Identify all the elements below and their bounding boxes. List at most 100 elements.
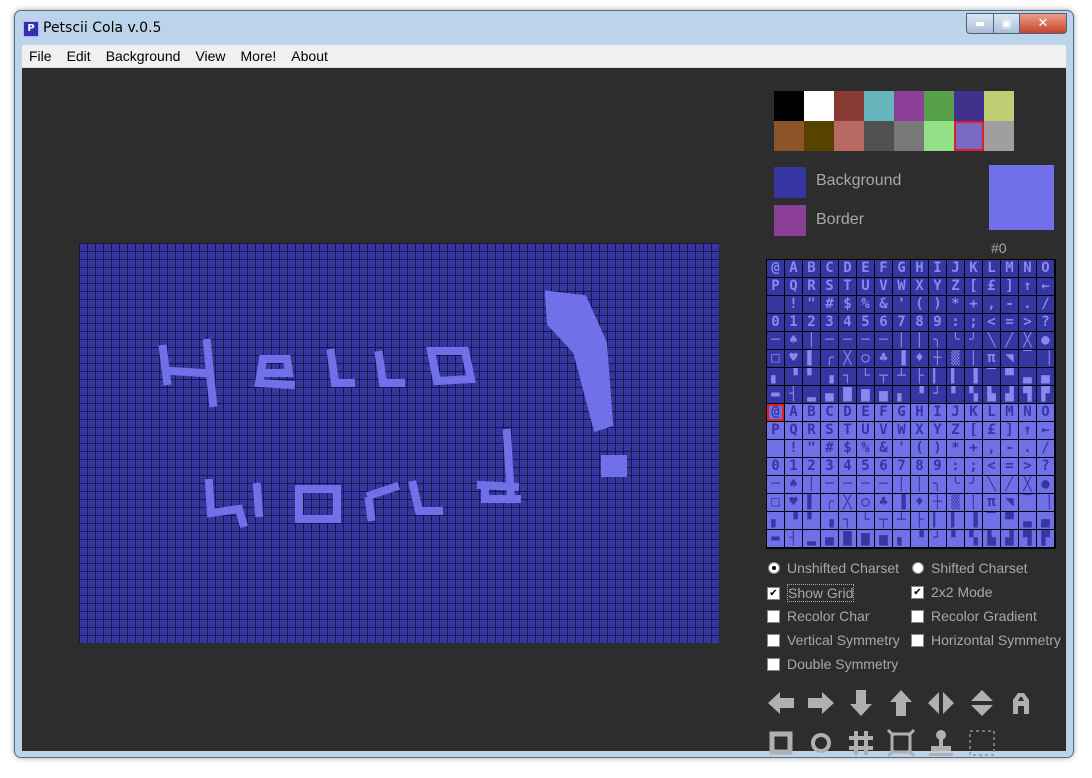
charset-cell[interactable]: ▌ bbox=[803, 494, 820, 511]
charset-cell[interactable]: ▖ bbox=[767, 368, 784, 385]
charset-cell[interactable]: < bbox=[983, 458, 1000, 475]
charset-cell[interactable]: : bbox=[947, 458, 964, 475]
charset-cell[interactable]: ▇ bbox=[839, 530, 856, 547]
charset-cell[interactable]: 8 bbox=[911, 314, 928, 331]
charset-cell[interactable]: @ bbox=[767, 260, 784, 277]
charset-cell[interactable]: ▒ bbox=[947, 494, 964, 511]
background-color-swatch[interactable] bbox=[774, 167, 806, 198]
menu-file[interactable]: File bbox=[22, 45, 60, 67]
charset-cell[interactable]: 6 bbox=[875, 458, 892, 475]
charset-cell[interactable]: 7 bbox=[893, 458, 910, 475]
charset-cell[interactable]: ▂ bbox=[803, 386, 820, 403]
charset-cell[interactable]: ├ bbox=[911, 512, 928, 529]
charset-cell[interactable]: ╭ bbox=[821, 350, 838, 367]
charset-cell[interactable]: I bbox=[929, 404, 946, 421]
charset-cell[interactable]: ' bbox=[893, 296, 910, 313]
charset-cell[interactable]: ╯ bbox=[965, 476, 982, 493]
charset-cell[interactable]: □ bbox=[767, 494, 784, 511]
charset-cell[interactable]: # bbox=[821, 440, 838, 457]
charset-cell[interactable]: ♦ bbox=[911, 494, 928, 511]
charset-cell[interactable]: ▝ bbox=[911, 530, 928, 547]
charset-cell[interactable]: ▄ bbox=[821, 530, 838, 547]
charset-cell[interactable]: R bbox=[803, 422, 820, 439]
charset-cell[interactable]: ▍ bbox=[947, 368, 964, 385]
charset-cell[interactable]: A bbox=[785, 260, 802, 277]
charset-cell[interactable]: ; bbox=[965, 314, 982, 331]
charset-cell[interactable]: I bbox=[929, 260, 946, 277]
charset-cell[interactable]: L bbox=[983, 404, 1000, 421]
charset-cell[interactable]: ▌ bbox=[803, 350, 820, 367]
charset-cell[interactable]: ▘ bbox=[803, 368, 820, 385]
palette-swatch[interactable] bbox=[834, 91, 864, 121]
horizontal-symmetry-checkbox[interactable] bbox=[911, 633, 924, 647]
charset-cell[interactable]: Z bbox=[947, 278, 964, 295]
charset-cell[interactable]: F bbox=[875, 260, 892, 277]
charset-cell[interactable]: ♣ bbox=[875, 350, 892, 367]
charset-cell[interactable]: ♠ bbox=[785, 476, 802, 493]
close-button[interactable]: ✕ bbox=[1020, 13, 1067, 34]
shifted-charset-option[interactable]: Shifted Charset bbox=[912, 560, 1028, 576]
charset-cell[interactable]: ▚ bbox=[965, 530, 982, 547]
charset-cell[interactable]: ▔ bbox=[983, 512, 1000, 529]
charset-cell[interactable] bbox=[767, 296, 784, 313]
charset-cell[interactable]: ▕ bbox=[1037, 494, 1054, 511]
charset-cell[interactable]: X bbox=[911, 422, 928, 439]
menu-view[interactable]: View bbox=[188, 45, 233, 67]
charset-cell[interactable]: ● bbox=[1037, 476, 1054, 493]
charset-cell[interactable]: J bbox=[947, 260, 964, 277]
charset-cell[interactable]: " bbox=[803, 440, 820, 457]
charset-cell[interactable]: ? bbox=[1037, 314, 1054, 331]
charset-cell[interactable]: │ bbox=[893, 476, 910, 493]
charset-cell[interactable]: ↑ bbox=[1019, 278, 1036, 295]
charset-cell[interactable]: ( bbox=[911, 296, 928, 313]
charset-cell[interactable]: └ bbox=[857, 512, 874, 529]
charset-cell[interactable]: D bbox=[839, 404, 856, 421]
charset-cell[interactable]: │ bbox=[965, 350, 982, 367]
charset-cell[interactable]: / bbox=[1037, 296, 1054, 313]
unshifted-charset-option[interactable]: Unshifted Charset bbox=[768, 560, 899, 576]
charset-cell[interactable]: ▐ bbox=[893, 494, 910, 511]
charset-cell[interactable]: , bbox=[983, 440, 1000, 457]
charset-cell[interactable]: ╳ bbox=[839, 494, 856, 511]
charset-cell[interactable]: ┴ bbox=[893, 512, 910, 529]
charset-cell[interactable]: ┤ bbox=[785, 386, 802, 403]
charset-cell[interactable]: ─ bbox=[857, 476, 874, 493]
charset-cell[interactable]: π bbox=[983, 350, 1000, 367]
charset-cell[interactable]: ▄ bbox=[1037, 512, 1054, 529]
charset-cell[interactable]: ─ bbox=[821, 332, 838, 349]
charset-cell[interactable]: ▔ bbox=[1019, 494, 1036, 511]
charset-cell[interactable]: Y bbox=[929, 278, 946, 295]
maximize-button[interactable]: ▣ bbox=[994, 13, 1020, 34]
arrow-up-icon[interactable] bbox=[885, 687, 917, 719]
charset-cell[interactable]: C bbox=[821, 404, 838, 421]
charset-cell[interactable]: ┘ bbox=[929, 530, 946, 547]
charset-cell[interactable]: = bbox=[1001, 314, 1018, 331]
circle-icon[interactable] bbox=[805, 727, 837, 759]
charset-cell[interactable]: W bbox=[893, 422, 910, 439]
charset-cell[interactable]: 6 bbox=[875, 314, 892, 331]
charset-cell[interactable]: ┐ bbox=[839, 368, 856, 385]
charset-cell[interactable]: ♦ bbox=[911, 350, 928, 367]
double-symmetry-checkbox[interactable] bbox=[767, 657, 780, 671]
rectangle-icon[interactable] bbox=[765, 727, 797, 759]
charset-cell[interactable]: % bbox=[857, 440, 874, 457]
charset-cell[interactable]: P bbox=[767, 422, 784, 439]
charset-cell[interactable]: ─ bbox=[857, 332, 874, 349]
charset-cell[interactable] bbox=[767, 440, 784, 457]
charset-cell[interactable]: ▆ bbox=[857, 530, 874, 547]
charset-cell[interactable]: T bbox=[839, 278, 856, 295]
charset-cell[interactable]: ▘ bbox=[947, 386, 964, 403]
charset-cell[interactable]: 4 bbox=[839, 458, 856, 475]
charset-cell[interactable]: ♥ bbox=[785, 494, 802, 511]
charset-cell[interactable]: ] bbox=[1001, 278, 1018, 295]
charset-cell[interactable]: ╱ bbox=[1001, 332, 1018, 349]
charset-cell[interactable]: ▎ bbox=[929, 512, 946, 529]
charset-cell[interactable]: [ bbox=[965, 278, 982, 295]
charset-cell[interactable]: π bbox=[983, 494, 1000, 511]
charset-cell[interactable]: % bbox=[857, 296, 874, 313]
charset-cell[interactable]: ▘ bbox=[947, 530, 964, 547]
charset-cell[interactable]: O bbox=[1037, 404, 1054, 421]
charset-cell[interactable]: ╱ bbox=[1001, 476, 1018, 493]
charset-cell[interactable]: □ bbox=[767, 350, 784, 367]
palette-swatch[interactable] bbox=[924, 91, 954, 121]
